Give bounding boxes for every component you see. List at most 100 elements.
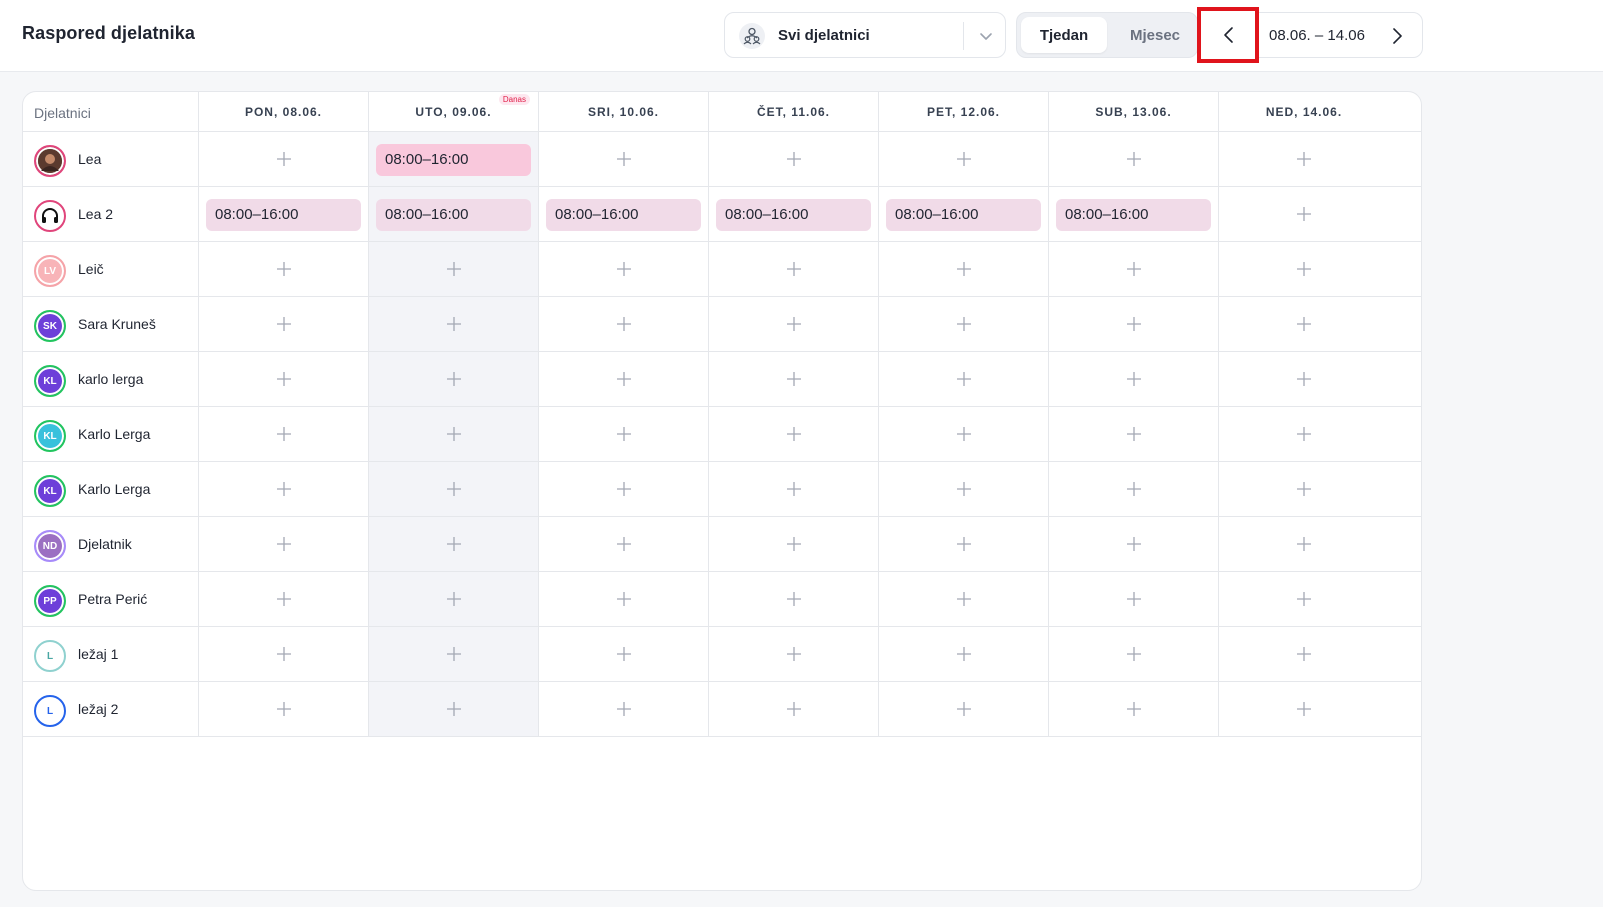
plus-icon[interactable] bbox=[786, 316, 802, 332]
schedule-cell[interactable] bbox=[199, 572, 369, 626]
previous-week-button[interactable] bbox=[1197, 7, 1259, 63]
plus-icon[interactable] bbox=[1126, 481, 1142, 497]
schedule-cell[interactable] bbox=[879, 132, 1049, 186]
plus-icon[interactable] bbox=[276, 151, 292, 167]
schedule-cell[interactable] bbox=[199, 407, 369, 461]
plus-icon[interactable] bbox=[1126, 536, 1142, 552]
plus-icon[interactable] bbox=[276, 426, 292, 442]
plus-icon[interactable] bbox=[276, 646, 292, 662]
plus-icon[interactable] bbox=[786, 536, 802, 552]
schedule-cell[interactable]: 08:00–16:00 bbox=[709, 187, 879, 241]
plus-icon[interactable] bbox=[276, 701, 292, 717]
plus-icon[interactable] bbox=[616, 151, 632, 167]
schedule-cell[interactable] bbox=[1049, 627, 1219, 681]
schedule-cell[interactable] bbox=[539, 407, 709, 461]
schedule-cell[interactable] bbox=[709, 517, 879, 571]
plus-icon[interactable] bbox=[1296, 646, 1312, 662]
plus-icon[interactable] bbox=[446, 536, 462, 552]
schedule-cell[interactable] bbox=[1219, 572, 1389, 626]
shift-block[interactable]: 08:00–16:00 bbox=[886, 199, 1041, 231]
plus-icon[interactable] bbox=[1296, 151, 1312, 167]
plus-icon[interactable] bbox=[1126, 151, 1142, 167]
tab-week[interactable]: Tjedan bbox=[1021, 17, 1107, 53]
schedule-cell[interactable]: 08:00–16:00 bbox=[539, 187, 709, 241]
plus-icon[interactable] bbox=[786, 261, 802, 277]
plus-icon[interactable] bbox=[276, 316, 292, 332]
schedule-cell[interactable] bbox=[199, 627, 369, 681]
schedule-cell[interactable] bbox=[1049, 517, 1219, 571]
plus-icon[interactable] bbox=[786, 591, 802, 607]
schedule-cell[interactable]: 08:00–16:00 bbox=[369, 132, 539, 186]
schedule-cell[interactable] bbox=[369, 517, 539, 571]
schedule-cell[interactable] bbox=[199, 242, 369, 296]
schedule-cell[interactable] bbox=[199, 682, 369, 736]
plus-icon[interactable] bbox=[1296, 371, 1312, 387]
plus-icon[interactable] bbox=[786, 426, 802, 442]
schedule-cell[interactable] bbox=[879, 572, 1049, 626]
shift-block[interactable]: 08:00–16:00 bbox=[376, 199, 531, 231]
plus-icon[interactable] bbox=[1296, 591, 1312, 607]
schedule-cell[interactable] bbox=[1049, 462, 1219, 516]
shift-block[interactable]: 08:00–16:00 bbox=[716, 199, 871, 231]
schedule-cell[interactable] bbox=[369, 242, 539, 296]
schedule-cell[interactable] bbox=[879, 627, 1049, 681]
schedule-cell[interactable] bbox=[879, 517, 1049, 571]
schedule-cell[interactable] bbox=[1049, 297, 1219, 351]
plus-icon[interactable] bbox=[1296, 316, 1312, 332]
plus-icon[interactable] bbox=[956, 426, 972, 442]
schedule-cell[interactable] bbox=[539, 352, 709, 406]
schedule-cell[interactable] bbox=[369, 627, 539, 681]
schedule-cell[interactable] bbox=[1219, 297, 1389, 351]
plus-icon[interactable] bbox=[1126, 591, 1142, 607]
schedule-cell[interactable] bbox=[709, 352, 879, 406]
plus-icon[interactable] bbox=[786, 151, 802, 167]
schedule-cell[interactable] bbox=[199, 297, 369, 351]
plus-icon[interactable] bbox=[616, 371, 632, 387]
next-week-button[interactable] bbox=[1385, 24, 1409, 48]
schedule-cell[interactable] bbox=[539, 682, 709, 736]
schedule-cell[interactable] bbox=[369, 462, 539, 516]
schedule-cell[interactable] bbox=[1219, 627, 1389, 681]
plus-icon[interactable] bbox=[786, 646, 802, 662]
schedule-cell[interactable]: 08:00–16:00 bbox=[879, 187, 1049, 241]
schedule-cell[interactable] bbox=[199, 462, 369, 516]
schedule-cell[interactable] bbox=[709, 462, 879, 516]
schedule-cell[interactable] bbox=[1219, 242, 1389, 296]
schedule-cell[interactable] bbox=[1219, 462, 1389, 516]
schedule-cell[interactable] bbox=[539, 517, 709, 571]
plus-icon[interactable] bbox=[956, 371, 972, 387]
schedule-cell[interactable] bbox=[1049, 132, 1219, 186]
schedule-cell[interactable] bbox=[1219, 187, 1389, 241]
schedule-cell[interactable] bbox=[539, 572, 709, 626]
plus-icon[interactable] bbox=[616, 701, 632, 717]
schedule-cell[interactable] bbox=[199, 517, 369, 571]
plus-icon[interactable] bbox=[1296, 261, 1312, 277]
plus-icon[interactable] bbox=[1126, 371, 1142, 387]
plus-icon[interactable] bbox=[276, 591, 292, 607]
plus-icon[interactable] bbox=[616, 316, 632, 332]
schedule-cell[interactable] bbox=[199, 132, 369, 186]
schedule-cell[interactable] bbox=[1219, 682, 1389, 736]
plus-icon[interactable] bbox=[616, 536, 632, 552]
plus-icon[interactable] bbox=[956, 701, 972, 717]
schedule-cell[interactable] bbox=[1219, 517, 1389, 571]
schedule-cell[interactable] bbox=[879, 297, 1049, 351]
plus-icon[interactable] bbox=[1296, 481, 1312, 497]
plus-icon[interactable] bbox=[446, 701, 462, 717]
plus-icon[interactable] bbox=[956, 261, 972, 277]
schedule-cell[interactable] bbox=[369, 297, 539, 351]
shift-block[interactable]: 08:00–16:00 bbox=[546, 199, 701, 231]
shift-block[interactable]: 08:00–16:00 bbox=[1056, 199, 1211, 231]
plus-icon[interactable] bbox=[1296, 536, 1312, 552]
plus-icon[interactable] bbox=[446, 426, 462, 442]
plus-icon[interactable] bbox=[616, 426, 632, 442]
plus-icon[interactable] bbox=[956, 481, 972, 497]
plus-icon[interactable] bbox=[1126, 426, 1142, 442]
shift-block[interactable]: 08:00–16:00 bbox=[376, 144, 531, 176]
plus-icon[interactable] bbox=[956, 536, 972, 552]
plus-icon[interactable] bbox=[1296, 206, 1312, 222]
plus-icon[interactable] bbox=[786, 371, 802, 387]
plus-icon[interactable] bbox=[1296, 426, 1312, 442]
schedule-cell[interactable] bbox=[1049, 407, 1219, 461]
plus-icon[interactable] bbox=[1126, 261, 1142, 277]
